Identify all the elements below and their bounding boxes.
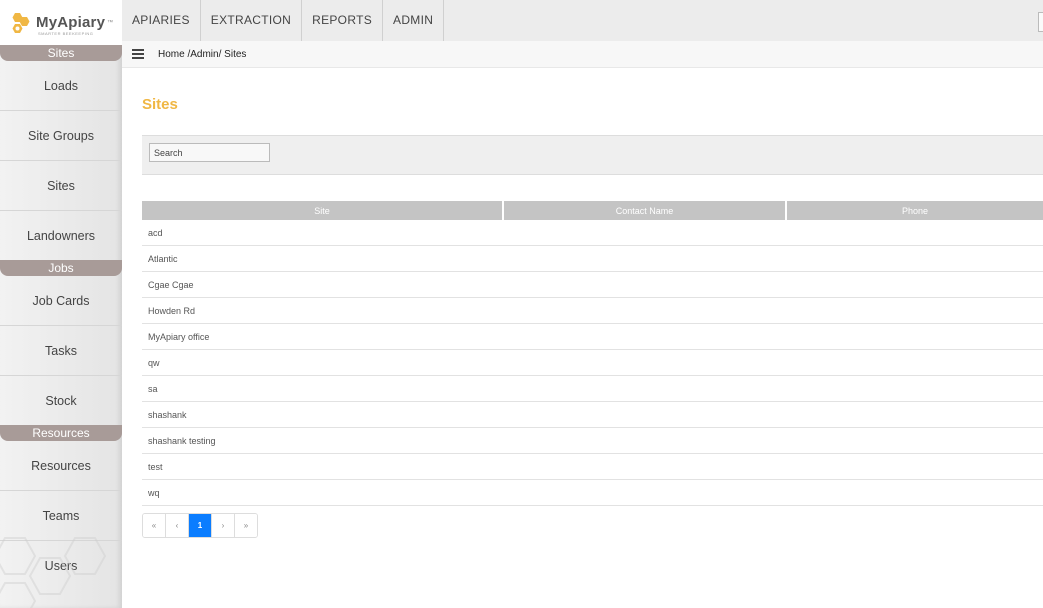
page-last-button[interactable]: » [235,514,257,537]
filter-bar [142,135,1043,175]
honeycomb-background-icon [0,537,107,608]
sidebar-item-sites[interactable]: Sites [0,161,122,211]
sites-table: Site Contact Name Phone acd Atlantic Cga… [142,201,1043,506]
cell-contact [503,453,786,480]
nav-extraction[interactable]: EXTRACTION [201,0,303,41]
pagination: « ‹ 1 › » [142,513,258,538]
column-header-contact-name[interactable]: Contact Name [503,201,787,220]
page-current-button[interactable]: 1 [189,514,212,537]
table-row[interactable]: acd [142,220,1043,246]
column-header-phone[interactable]: Phone [786,201,1043,220]
brand-tagline: SMARTER BEEKEEPING [38,31,94,36]
section-header-jobs: Jobs [0,260,122,276]
breadcrumb-separator: / [218,48,222,60]
nav-admin[interactable]: ADMIN [383,0,445,41]
cell-contact [503,245,786,272]
cell-site: Cgae Cgae [142,271,503,298]
sidebar-item-tasks[interactable]: Tasks [0,326,122,376]
section-header-sites: Sites [0,45,122,61]
top-nav-bar: APIARIES EXTRACTION REPORTS ADMIN [122,0,1043,42]
table-row[interactable]: test [142,453,1043,480]
cell-phone [786,220,1043,246]
sidebar-item-loads[interactable]: Loads [0,61,122,111]
sidebar-item-site-groups[interactable]: Site Groups [0,111,122,161]
table-row[interactable]: shashank testing [142,427,1043,454]
cell-contact [503,271,786,298]
page-prev-button[interactable]: ‹ [166,514,189,537]
page-title: Sites [142,96,178,113]
table-row[interactable]: Atlantic [142,245,1043,272]
brand-name: MyApiary [36,14,106,31]
cell-site: MyApiary office [142,323,503,350]
table-header-row: Site Contact Name Phone [142,201,1043,220]
cell-phone [786,349,1043,376]
column-header-site[interactable]: Site [142,201,504,220]
cell-site: test [142,453,503,480]
cell-contact [503,375,786,402]
cell-site: Howden Rd [142,297,503,324]
cell-contact [503,220,786,246]
cell-phone [786,453,1043,480]
honeycomb-icon [12,12,30,33]
nav-reports[interactable]: REPORTS [302,0,384,41]
cell-contact [503,323,786,350]
cell-contact [503,479,786,506]
breadcrumb-home[interactable]: Home [158,49,185,60]
cell-site: qw [142,349,503,376]
table-row[interactable]: shashank [142,401,1043,428]
cell-contact [503,401,786,428]
cell-contact [503,427,786,454]
cell-contact [503,297,786,324]
table-row[interactable]: sa [142,375,1043,402]
section-header-resources: Resources [0,425,122,441]
cell-site: shashank testing [142,427,503,454]
table-row[interactable]: Cgae Cgae [142,271,1043,298]
table-row[interactable]: MyApiary office [142,323,1043,350]
sidebar: MyApiary ™ SMARTER BEEKEEPING Sites Loads… [0,0,122,608]
sidebar-item-stock[interactable]: Stock [0,376,122,425]
sidebar-item-resources[interactable]: Resources [0,441,122,491]
cell-site: shashank [142,401,503,428]
cell-phone [786,245,1043,272]
breadcrumb-bar: Home /Admin/ Sites [122,41,1043,68]
search-input[interactable] [149,143,270,162]
brand-tm: ™ [107,19,114,26]
breadcrumb: Home /Admin/ Sites [158,49,246,60]
hamburger-menu-icon[interactable] [132,49,144,59]
top-right-control[interactable] [1038,12,1043,32]
page-first-button[interactable]: « [143,514,166,537]
table-row[interactable]: Howden Rd [142,297,1043,324]
sidebar-item-job-cards[interactable]: Job Cards [0,276,122,326]
breadcrumb-admin[interactable]: Admin [190,49,218,60]
table-row[interactable]: wq [142,479,1043,506]
cell-site: acd [142,220,503,246]
sidebar-item-landowners[interactable]: Landowners [0,211,122,260]
cell-site: Atlantic [142,245,503,272]
cell-contact [503,349,786,376]
cell-site: sa [142,375,503,402]
cell-phone [786,427,1043,454]
cell-phone [786,401,1043,428]
cell-phone [786,375,1043,402]
cell-phone [786,271,1043,298]
breadcrumb-current: Sites [224,48,247,60]
cell-phone [786,297,1043,324]
page-next-button[interactable]: › [212,514,235,537]
table-row[interactable]: qw [142,349,1043,376]
cell-site: wq [142,479,503,506]
cell-phone [786,323,1043,350]
nav-apiaries[interactable]: APIARIES [122,0,201,41]
cell-phone [786,479,1043,506]
brand-logo[interactable]: MyApiary ™ SMARTER BEEKEEPING [0,0,122,45]
